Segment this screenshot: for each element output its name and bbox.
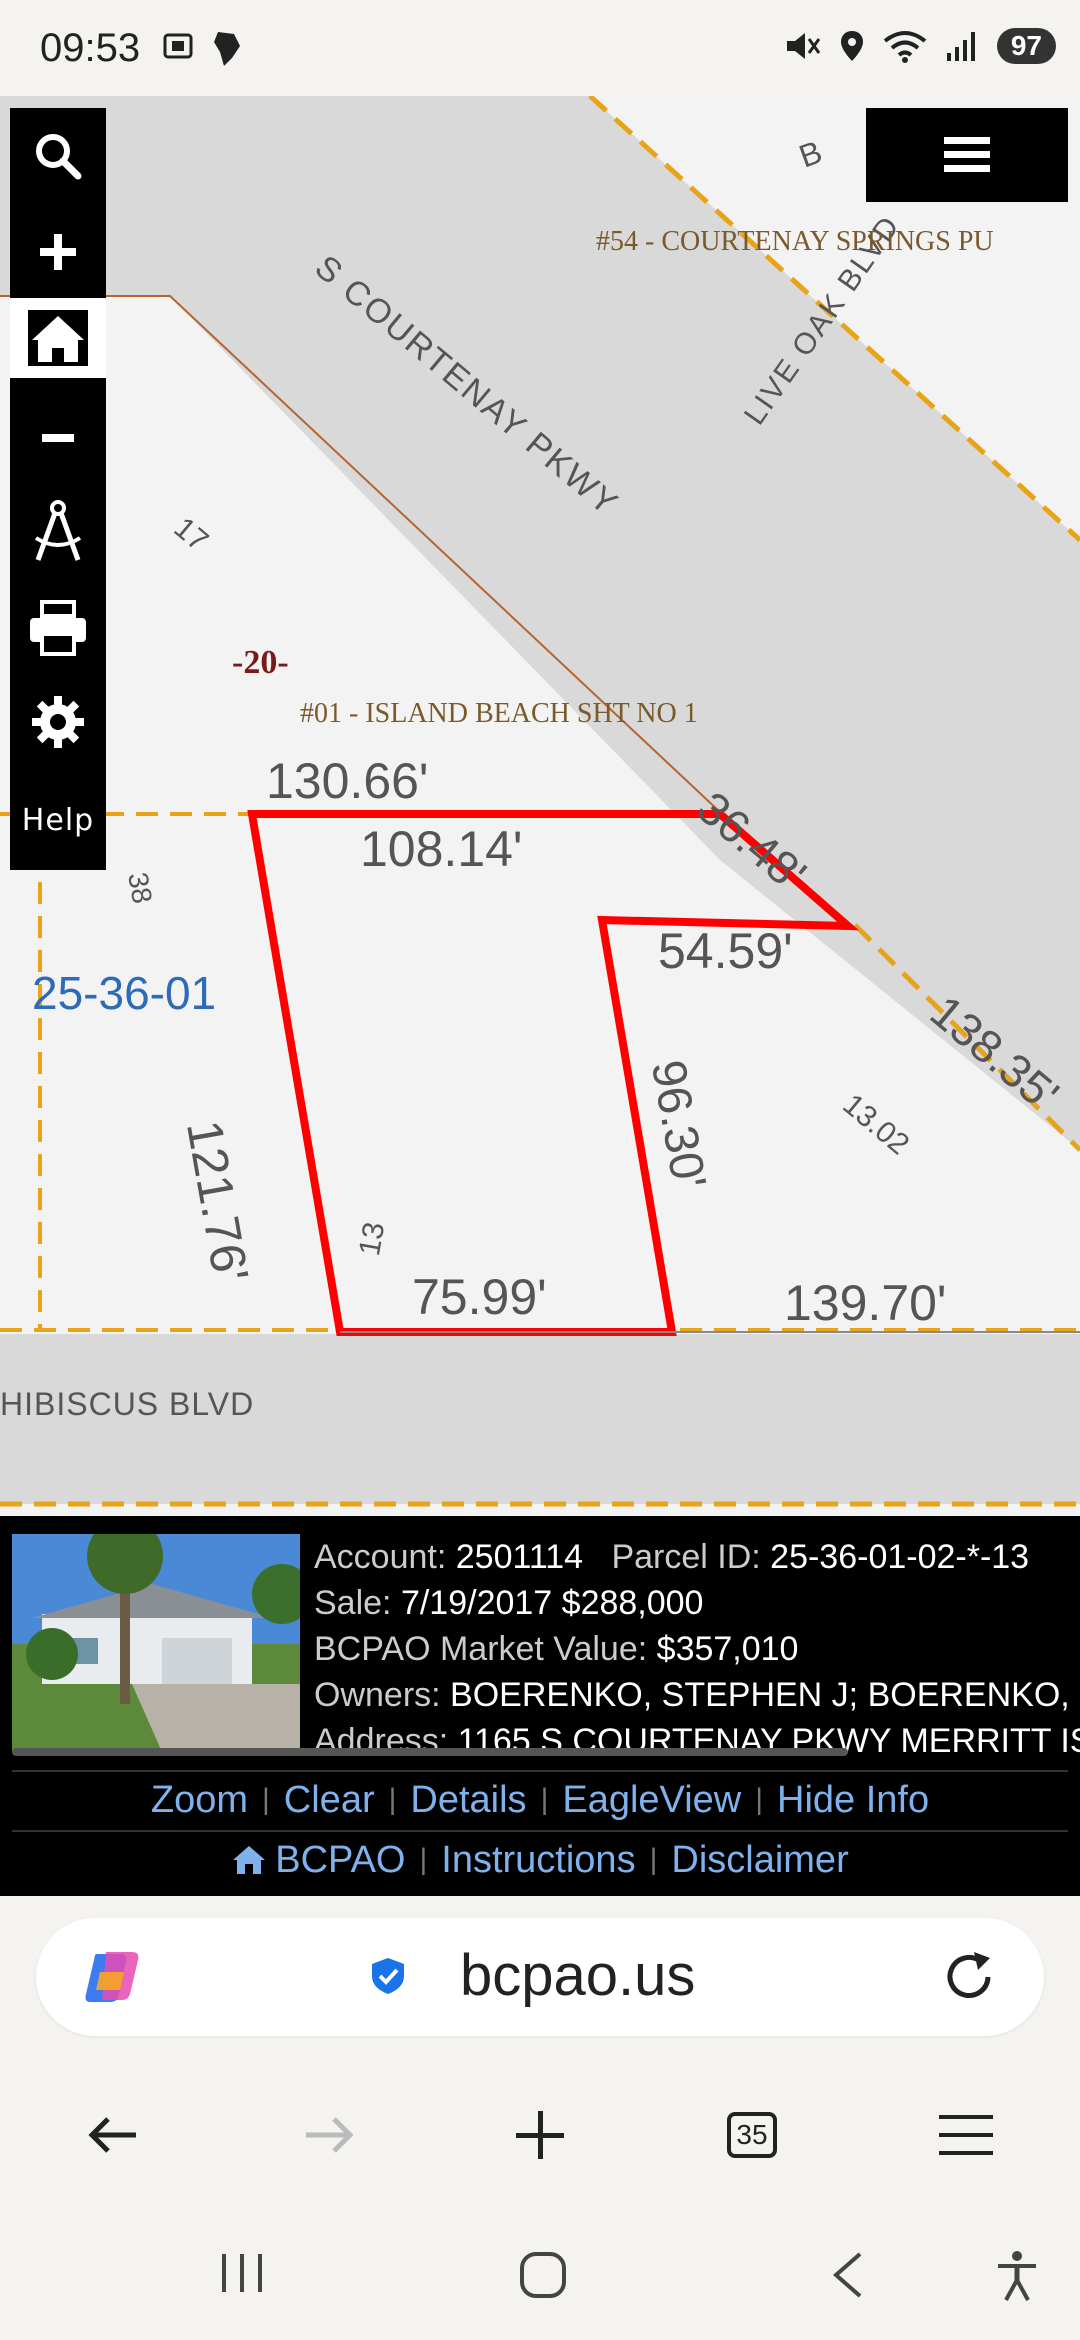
measure-button[interactable] — [10, 492, 106, 572]
instructions-link[interactable]: Instructions — [441, 1839, 635, 1882]
reload-icon[interactable] — [940, 1948, 998, 2006]
secure-shield-icon — [372, 1958, 404, 1994]
home-icon — [233, 1846, 266, 1874]
accessibility-button[interactable] — [994, 2250, 1040, 2307]
street-label-hibiscus: HIBISCUS BLVD — [0, 1386, 255, 1422]
plus-icon — [516, 2111, 564, 2159]
hamburger-icon — [944, 137, 990, 172]
zoom-out-button[interactable] — [10, 398, 106, 478]
gear-icon — [32, 696, 84, 748]
parcel-id-value: 25-36-01-02-*-13 — [770, 1538, 1030, 1576]
tabs-button[interactable]: 35 — [712, 2100, 792, 2170]
account-label: Account: — [314, 1538, 447, 1576]
market-value: $357,010 — [656, 1630, 799, 1668]
search-icon — [36, 134, 82, 180]
back-nav-button[interactable] — [828, 2250, 868, 2305]
map-menu-button[interactable] — [866, 108, 1068, 202]
block-label: -20- — [232, 644, 289, 681]
action-links: Zoom | Clear | Details | EagleView | Hide In… — [150, 1778, 930, 1822]
site-links: BCPAO | Instructions | Disclaimer — [0, 1836, 1080, 1884]
parcel-details: Account: 2501114 Parcel ID: 25-36-01-02-… — [314, 1534, 1080, 1764]
details-link[interactable]: Details — [410, 1779, 526, 1822]
info-scrollbar[interactable] — [12, 1748, 848, 1756]
new-tab-button[interactable] — [500, 2100, 580, 2170]
parcel-id-label: Parcel ID: — [611, 1538, 761, 1576]
arrow-left-icon — [88, 2117, 136, 2153]
plus-icon — [40, 234, 76, 270]
disclaimer-link[interactable]: Disclaimer — [671, 1839, 848, 1882]
tab-count-badge: 35 — [727, 2112, 777, 2158]
accessibility-icon — [998, 2251, 1036, 2301]
arrow-right-icon — [306, 2117, 354, 2153]
back-button[interactable] — [74, 2100, 154, 2170]
zoom-in-button[interactable] — [10, 212, 106, 292]
divider — [12, 1830, 1068, 1832]
home-circle-icon — [520, 2252, 566, 2298]
sale-label: Sale: — [314, 1584, 392, 1622]
clear-link[interactable]: Clear — [284, 1779, 375, 1822]
print-icon — [30, 600, 86, 656]
hamburger-icon — [939, 2115, 993, 2155]
recent-apps-icon — [222, 2254, 262, 2292]
owners-label: Owners: — [314, 1676, 441, 1714]
market-value-label: BCPAO Market Value: — [314, 1630, 648, 1668]
settings-button[interactable] — [10, 682, 106, 762]
battery-indicator: 97 — [996, 28, 1056, 64]
url-text: bcpao.us — [460, 1943, 696, 2008]
divider — [12, 1770, 1068, 1772]
browser-toolbar: 35 — [0, 2070, 1080, 2200]
search-button[interactable] — [10, 116, 106, 196]
sale-value: 7/19/2017 $288,000 — [400, 1584, 704, 1622]
parcel-map[interactable]: S COURTENAY PKWY LIVE OAK BLVD B #54 - C… — [0, 96, 1080, 1516]
dim-top-inner: 108.14' — [360, 821, 523, 877]
lot-label-13: 13 — [353, 1219, 392, 1259]
account-value: 2501114 — [455, 1538, 584, 1576]
browser-menu-button[interactable] — [926, 2100, 1006, 2170]
property-photo[interactable] — [12, 1534, 300, 1752]
owners-value: BOERENKO, STEPHEN J; BOERENKO, I — [450, 1676, 1080, 1714]
copilot-icon — [85, 1952, 139, 2002]
signal-icon — [946, 32, 975, 61]
map-toolbar: Help — [10, 108, 106, 870]
dim-bottom-right: 139.70' — [784, 1275, 947, 1331]
bcpao-label: BCPAO — [275, 1838, 406, 1881]
subdivision-label-01: #01 - ISLAND BEACH SHT NO 1 — [300, 698, 698, 729]
minus-icon — [42, 434, 74, 442]
dim-bottom: 75.99' — [412, 1269, 547, 1325]
home-nav-button[interactable] — [518, 2250, 568, 2305]
dim-top-outer: 130.66' — [266, 753, 429, 809]
lot-label-38: 38 — [122, 869, 159, 906]
status-bar: 09:53 97 — [0, 0, 1080, 96]
chevron-left-icon — [832, 2252, 862, 2298]
compass-icon — [34, 500, 82, 561]
dim-notch: 54.59' — [658, 923, 793, 979]
location-icon — [840, 31, 863, 61]
eagleview-link[interactable]: EagleView — [562, 1779, 741, 1822]
system-nav-bar — [0, 2210, 1080, 2340]
address-bar[interactable]: bcpao.us — [36, 1918, 1044, 2036]
recent-apps-button[interactable] — [218, 2250, 266, 2301]
tab-count: 35 — [736, 2119, 768, 2150]
zoom-link[interactable]: Zoom — [151, 1779, 248, 1822]
bixby-icon — [214, 32, 240, 66]
screenshot-icon — [163, 33, 193, 59]
wifi-icon — [883, 31, 927, 63]
help-button[interactable]: Help — [10, 780, 106, 860]
mute-icon — [786, 33, 821, 59]
hide-info-link[interactable]: Hide Info — [777, 1779, 929, 1822]
section-label: 25-36-01 — [32, 967, 217, 1019]
bcpao-link[interactable]: BCPAO — [231, 1839, 405, 1882]
print-button[interactable] — [10, 588, 106, 668]
help-label: Help — [21, 802, 95, 838]
forward-button[interactable] — [288, 2100, 368, 2170]
status-time: 09:53 — [40, 26, 141, 70]
home-icon — [28, 310, 88, 366]
home-button[interactable] — [10, 298, 106, 378]
subdivision-label-54: #54 - COURTENAY SPRINGS PU — [596, 226, 994, 257]
